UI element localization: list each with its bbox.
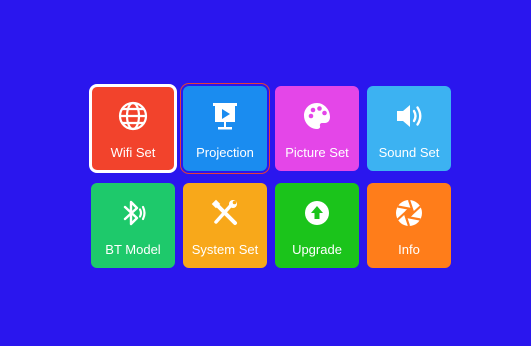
tile-label: Projection — [196, 145, 254, 160]
tile-label: Wifi Set — [110, 145, 156, 160]
tile-label: Sound Set — [378, 145, 440, 160]
bluetooth-icon — [91, 197, 175, 229]
aperture-icon — [367, 197, 451, 229]
palette-icon — [275, 100, 359, 132]
tile-label: Picture Set — [285, 145, 349, 160]
tile-projection[interactable]: Projection — [183, 86, 267, 171]
tile-picture-set[interactable]: Picture Set — [275, 86, 359, 171]
tile-system-set[interactable]: System Set — [183, 183, 267, 268]
tile-label: BT Model — [105, 242, 161, 257]
tile-bt-model[interactable]: BT Model — [91, 183, 175, 268]
tile-info[interactable]: Info — [367, 183, 451, 268]
globe-icon — [91, 100, 175, 132]
projector-screen-icon — [183, 100, 267, 132]
tools-icon — [183, 197, 267, 229]
tile-label: Upgrade — [292, 242, 342, 257]
tile-label: System Set — [191, 242, 259, 257]
upgrade-arrow-icon — [275, 197, 359, 229]
projector-home-screen: Wifi Set Projection Picture Set Sound Se… — [0, 0, 531, 346]
tile-label: Info — [398, 242, 420, 257]
tile-sound-set[interactable]: Sound Set — [367, 86, 451, 171]
tile-upgrade[interactable]: Upgrade — [275, 183, 359, 268]
speaker-icon — [367, 100, 451, 132]
tile-wifi-set[interactable]: Wifi Set — [89, 84, 177, 173]
